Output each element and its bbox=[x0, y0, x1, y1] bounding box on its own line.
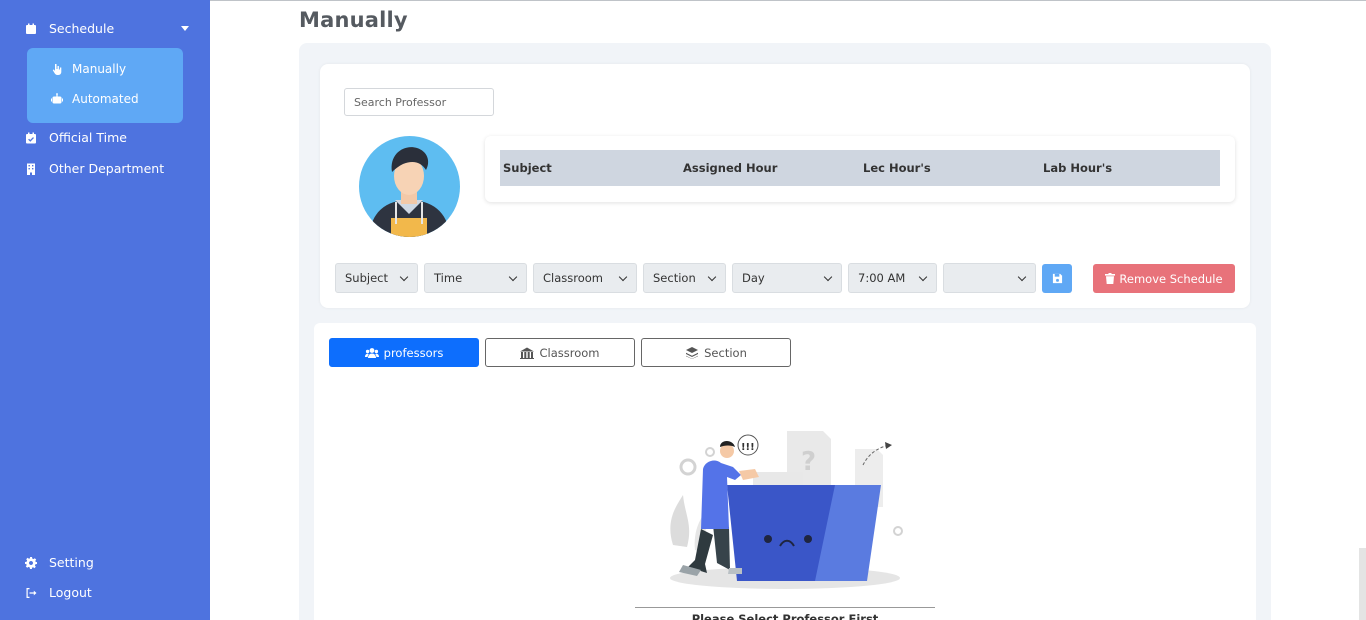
calendar-icon bbox=[24, 22, 38, 36]
end-time-select[interactable] bbox=[943, 263, 1036, 293]
trash-icon bbox=[1105, 273, 1116, 284]
chevron-down-icon bbox=[823, 272, 833, 282]
column-header-assigned-hour: Assigned Hour bbox=[683, 161, 778, 175]
school-icon bbox=[520, 347, 535, 359]
chevron-down-icon bbox=[918, 272, 928, 282]
select-value: Subject bbox=[345, 271, 388, 285]
section-select[interactable]: Section bbox=[643, 263, 726, 293]
chevron-down-icon bbox=[508, 272, 518, 282]
tab-label: Section bbox=[704, 345, 747, 360]
chevron-down-icon bbox=[1017, 272, 1027, 282]
sidebar-item-other-department[interactable]: Other Department bbox=[24, 161, 164, 176]
users-icon bbox=[364, 347, 379, 358]
select-value: Section bbox=[653, 271, 696, 285]
empty-folder-illustration: ? !!! bbox=[655, 425, 915, 595]
robot-icon bbox=[50, 93, 63, 106]
subject-select[interactable]: Subject bbox=[335, 263, 418, 293]
header-border bbox=[210, 0, 1366, 1]
floppy-disk-icon bbox=[1052, 273, 1062, 284]
tab-label: Classroom bbox=[539, 345, 600, 360]
sidebar-item-label: Logout bbox=[49, 585, 92, 600]
layers-icon bbox=[686, 346, 699, 359]
sidebar-item-label: Other Department bbox=[49, 161, 165, 176]
remove-schedule-button[interactable]: Remove Schedule bbox=[1093, 264, 1235, 293]
sidebar-item-setting[interactable]: Setting bbox=[24, 555, 94, 570]
select-value: Time bbox=[434, 271, 463, 285]
professor-avatar bbox=[359, 136, 460, 237]
tab-professors[interactable]: professors bbox=[329, 338, 479, 367]
empty-state-divider bbox=[635, 607, 935, 608]
sidebar: Sechedule Manually Automated Official Ti… bbox=[0, 0, 210, 620]
chevron-down-icon bbox=[399, 272, 409, 282]
gear-icon bbox=[24, 556, 38, 570]
hand-pointer-icon bbox=[50, 63, 63, 76]
sidebar-item-logout[interactable]: Logout bbox=[24, 585, 92, 600]
classroom-select[interactable]: Classroom bbox=[533, 263, 637, 293]
submenu-item-manually[interactable]: Manually bbox=[50, 62, 126, 76]
sidebar-item-official-time[interactable]: Official Time bbox=[24, 130, 127, 145]
save-button[interactable] bbox=[1042, 264, 1072, 293]
submenu-item-automated[interactable]: Automated bbox=[50, 92, 139, 106]
remove-schedule-label: Remove Schedule bbox=[1119, 271, 1223, 286]
chevron-down-icon bbox=[707, 272, 717, 282]
sign-out-icon bbox=[24, 586, 38, 600]
page-title: Manually bbox=[299, 8, 408, 32]
sidebar-item-label: Official Time bbox=[49, 130, 127, 145]
schedule-submenu: Manually Automated bbox=[27, 48, 183, 123]
submenu-item-label: Automated bbox=[72, 92, 139, 106]
day-select[interactable]: Day bbox=[732, 263, 842, 293]
tab-section[interactable]: Section bbox=[641, 338, 791, 367]
column-header-lab-hours: Lab Hour's bbox=[1043, 161, 1113, 175]
submenu-item-label: Manually bbox=[72, 62, 127, 76]
svg-text:!!!: !!! bbox=[741, 442, 755, 453]
svg-text:?: ? bbox=[801, 447, 816, 477]
column-header-lec-hours: Lec Hour's bbox=[863, 161, 931, 175]
chevron-down-icon[interactable] bbox=[181, 26, 189, 31]
building-icon bbox=[24, 162, 38, 176]
sidebar-item-schedule[interactable]: Sechedule bbox=[24, 21, 114, 36]
select-value: Classroom bbox=[543, 271, 604, 285]
empty-state-message: Please Select Professor First bbox=[691, 612, 879, 620]
start-time-select[interactable]: 7:00 AM bbox=[848, 263, 937, 293]
chevron-down-icon bbox=[618, 272, 628, 282]
column-header-subject: Subject bbox=[503, 161, 552, 175]
sidebar-item-label: Setting bbox=[49, 555, 94, 570]
time-select[interactable]: Time bbox=[424, 263, 527, 293]
tab-label: professors bbox=[383, 345, 444, 360]
scrollbar[interactable] bbox=[1359, 548, 1366, 620]
search-professor-input[interactable] bbox=[344, 88, 494, 116]
tab-classroom[interactable]: Classroom bbox=[485, 338, 635, 367]
select-value: Day bbox=[742, 271, 765, 285]
sidebar-item-label: Sechedule bbox=[49, 21, 115, 36]
select-value: 7:00 AM bbox=[858, 271, 906, 285]
calendar-check-icon bbox=[24, 131, 38, 145]
